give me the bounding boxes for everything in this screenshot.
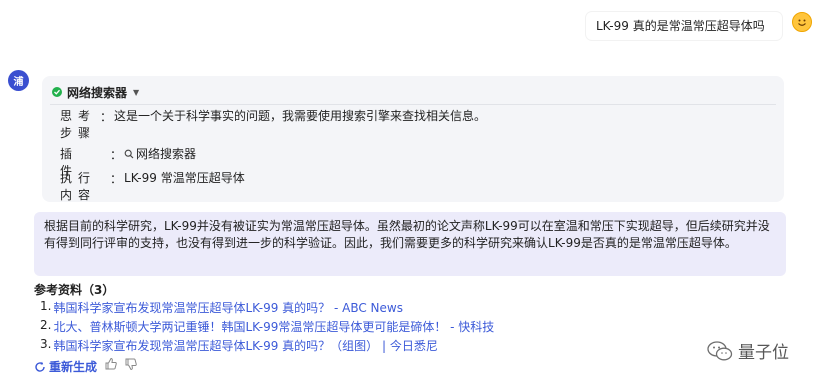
plugin-card: 网络搜索器 ▼ 思考步骤 ： 这是一个关于科学事实的问题，我需要使用搜索引擎来查… [42, 76, 784, 202]
bot-avatar: 浦 [8, 70, 29, 91]
reference-text[interactable]: 北大、普林斯顿大学两记重锤！韩国LK-99常温常压超导体更可能是碲体！ - 快科… [53, 318, 494, 335]
colon: ： [100, 110, 113, 124]
row-key: 思考步骤 [60, 109, 97, 140]
reference-number: 3. [40, 337, 52, 351]
row-value: 这是一个关于科学事实的问题，我需要使用搜索引擎来查找相关信息。 [114, 109, 487, 123]
answer-box: 根据目前的科学研究，LK-99并没有被证实为常温常压超导体。虽然最初的论文声称L… [34, 212, 786, 276]
references-title: 参考资料（3） [34, 283, 115, 297]
reference-link[interactable]: 2. 北大、普林斯顿大学两记重锤！韩国LK-99常温常压超导体更可能是碲体！ -… [40, 318, 494, 335]
check-circle-icon [52, 87, 62, 97]
reference-link[interactable]: 3. 韩国科学家宣布发现常温常压超导体LK-99 真的吗？（组图） | 今日悉尼 [40, 337, 438, 354]
reference-link[interactable]: 1. 韩国科学家宣布发现常温常压超导体LK-99 真的吗？ - ABC News [40, 299, 403, 316]
wechat-icon [707, 340, 733, 360]
plugin-title: 网络搜索器 [67, 85, 128, 100]
colon: ： [110, 172, 123, 186]
reference-text[interactable]: 韩国科学家宣布发现常温常压超导体LK-99 真的吗？ - ABC News [53, 299, 403, 316]
plugin-header[interactable]: 网络搜索器 ▼ [52, 82, 139, 102]
regenerate-button[interactable]: 重新生成 [34, 358, 97, 375]
row-key: 执行内容 [60, 171, 97, 202]
divider [50, 104, 776, 105]
plugin-row-thinking: 思考步骤 ： 这是一个关于科学事实的问题，我需要使用搜索引擎来查找相关信息。 [60, 108, 486, 142]
plugin-row-content: 执行内容 ： LK-99 常温常压超导体 [60, 170, 245, 204]
reference-number: 2. [40, 318, 52, 332]
row-value: LK-99 常温常压超导体 [124, 171, 245, 185]
thumbs-up-icon[interactable] [104, 357, 118, 371]
reference-text[interactable]: 韩国科学家宣布发现常温常压超导体LK-99 真的吗？（组图） | 今日悉尼 [53, 337, 437, 354]
caret-down-icon[interactable]: ▼ [133, 88, 139, 97]
user-message: LK-99 真的是常温常压超导体吗 [586, 12, 782, 40]
search-icon [124, 149, 134, 159]
refresh-icon [35, 361, 45, 372]
thumbs-down-icon[interactable] [124, 357, 138, 371]
answer-text: 根据目前的科学研究，LK-99并没有被证实为常温常压超导体。虽然最初的论文声称L… [44, 219, 770, 250]
reference-number: 1. [40, 299, 52, 313]
plugin-name: 网络搜索器 [136, 147, 197, 161]
regenerate-label: 重新生成 [49, 360, 98, 374]
watermark-text: 量子位 [738, 343, 789, 363]
user-avatar-smiley-icon [792, 12, 812, 32]
watermark: 量子位 [706, 338, 789, 363]
